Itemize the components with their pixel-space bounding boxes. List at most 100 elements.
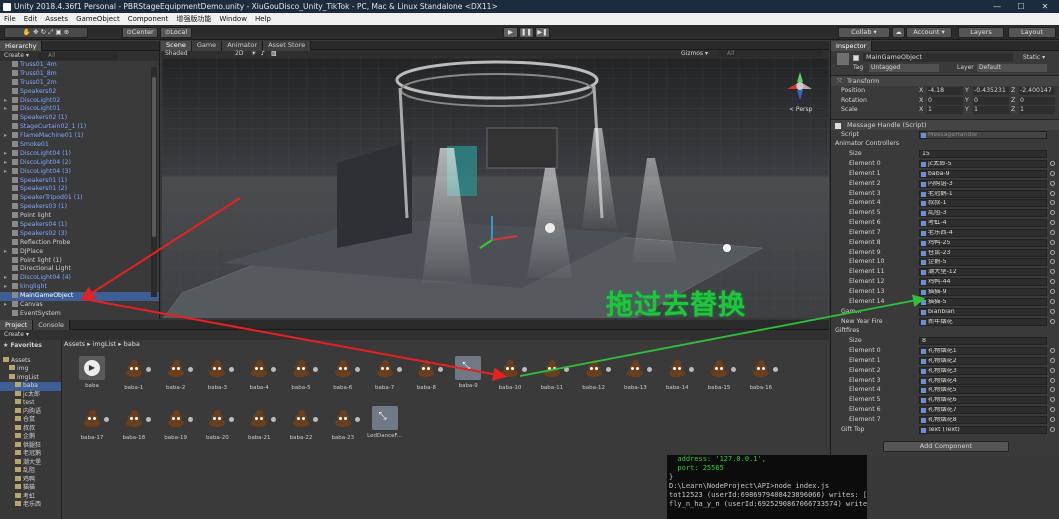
asset-item[interactable]: baba-7 — [365, 356, 405, 391]
transform-rotation-x-field[interactable]: 0 — [927, 96, 963, 105]
hierarchy-item[interactable]: ▸ DiscoLight02 — [0, 96, 159, 106]
element-field[interactable]: 内购语-3 — [919, 179, 1047, 188]
hierarchy-item[interactable]: Point light — [0, 212, 159, 221]
script-component-header[interactable]: Message Handle (Script) — [831, 118, 1059, 130]
script-field[interactable]: MessageHandle — [919, 130, 1047, 139]
transform-header[interactable]: ⤧ Transform — [831, 75, 1059, 86]
gift-size-field[interactable]: 8 — [919, 337, 1047, 346]
asset-item[interactable]: ▶ baba — [72, 356, 112, 389]
hierarchy-item[interactable]: ▸ Canvas — [0, 301, 159, 310]
menu-enhanced[interactable]: 增强版功能 — [172, 13, 215, 25]
hierarchy-item[interactable]: ▸ DiscoLight04 (2) — [0, 158, 159, 168]
gift-element-field[interactable]: 礼物烟花7 — [919, 406, 1047, 415]
asset-item[interactable]: baba-19 — [156, 406, 196, 441]
object-picker-icon[interactable] — [1050, 289, 1055, 294]
object-picker-icon[interactable] — [1050, 308, 1055, 314]
gizmos-dropdown[interactable]: Gizmos ▾ — [681, 50, 708, 58]
folder-tree-item[interactable]: 老冠鹅 — [0, 450, 61, 459]
transform-position-y-field[interactable]: -0.435231 — [973, 87, 1009, 95]
expand-clip-icon[interactable] — [313, 367, 318, 372]
asset-item[interactable]: baba-10 — [490, 356, 530, 391]
object-picker-icon[interactable] — [1050, 190, 1055, 196]
hierarchy-create-button[interactable]: Create ▾ — [4, 52, 29, 59]
folder-tree-item[interactable]: 乱阻 — [0, 467, 61, 476]
hierarchy-item[interactable]: ▸ DJPlace — [0, 247, 159, 257]
hierarchy-search-input[interactable]: All — [38, 52, 118, 60]
minimize-button[interactable]: — — [986, 0, 1008, 13]
object-name-field[interactable]: MainGameObject — [863, 53, 1013, 62]
transform-scale-z-field[interactable]: 1 — [1019, 106, 1055, 114]
expand-clip-icon[interactable] — [187, 417, 193, 422]
object-picker-icon[interactable] — [1050, 220, 1055, 226]
object-picker-icon[interactable] — [1050, 416, 1055, 422]
gift-top-field[interactable]: Text (Text) — [919, 425, 1047, 434]
element-field[interactable]: 叔叔-1 — [919, 199, 1047, 208]
element-field[interactable]: 乱阻-3 — [919, 209, 1047, 218]
folder-tree-item[interactable]: 老乐西 — [0, 501, 61, 510]
hierarchy-item[interactable]: Speakers02 (1) — [0, 114, 159, 123]
hierarchy-item[interactable]: ▸ kinglight — [0, 283, 159, 292]
hierarchy-item[interactable]: ▸ DiscoLight04 (3) — [0, 167, 159, 177]
pause-button[interactable]: ❚❚ — [519, 27, 534, 38]
hierarchy-item[interactable]: MainGameObject — [0, 292, 159, 302]
menu-window[interactable]: Window — [215, 13, 251, 25]
object-picker-icon[interactable] — [1050, 269, 1055, 275]
expand-arrow-icon[interactable]: ▸ — [4, 97, 10, 106]
hierarchy-item[interactable]: StageCurtain02_1 (1) — [0, 123, 159, 132]
menu-edit[interactable]: Edit — [20, 13, 42, 25]
object-picker-icon[interactable] — [1050, 210, 1055, 216]
scene-lighting-icon[interactable]: ☀ — [251, 50, 256, 58]
object-picker-icon[interactable] — [1050, 397, 1055, 403]
tab-console[interactable]: Console — [33, 320, 71, 330]
audio-source-icon[interactable] — [545, 223, 555, 233]
hierarchy-item[interactable]: Reflection Probe — [0, 238, 159, 248]
object-picker-icon[interactable] — [1050, 357, 1055, 363]
object-picker-icon[interactable] — [1050, 259, 1055, 265]
scene-audio-icon[interactable]: ♪ — [261, 50, 265, 58]
step-button[interactable]: ▶❚ — [535, 27, 550, 38]
folder-tree-item[interactable]: 鸡鸭 — [0, 475, 61, 485]
gift-element-field[interactable]: 礼物烟花3 — [919, 366, 1047, 375]
menu-assets[interactable]: Assets — [41, 13, 72, 25]
hierarchy-item[interactable]: ▸ DiscoLight04 (4) — [0, 274, 159, 283]
hierarchy-item[interactable]: ▸ DiscoLight04 (1) — [0, 149, 159, 159]
transform-rotation-y-field[interactable]: 0 — [973, 96, 1009, 105]
pivot-center-toggle[interactable]: ⊙Center — [122, 27, 158, 38]
tab-inspector[interactable]: Inspector — [831, 41, 873, 51]
toggle-2d-button[interactable]: 2D — [235, 50, 243, 58]
expand-clip-icon[interactable] — [187, 367, 193, 372]
expand-clip-icon[interactable] — [354, 417, 360, 422]
asset-item[interactable]: ⤡ baba-9 — [448, 356, 488, 389]
element-field[interactable]: jc太郎-5 — [919, 160, 1047, 169]
expand-clip-icon[interactable] — [271, 367, 277, 372]
layer-dropdown[interactable]: Default — [977, 64, 1047, 72]
expand-clip-icon[interactable] — [522, 367, 527, 372]
menu-gameobject[interactable]: GameObject — [72, 13, 124, 25]
transform-position-x-field[interactable]: -4.18 — [927, 87, 963, 95]
gift-element-field[interactable]: 礼物烟花4 — [919, 376, 1047, 385]
hierarchy-item[interactable]: Speakers01 (2) — [0, 185, 159, 194]
expand-clip-icon[interactable] — [354, 367, 360, 372]
asset-item[interactable]: baba-21 — [239, 406, 279, 441]
object-picker-icon[interactable] — [1050, 180, 1055, 186]
shading-dropdown[interactable]: Shaded — [165, 50, 188, 58]
gift-element-field[interactable]: 礼物烟花1 — [919, 347, 1047, 356]
expand-arrow-icon[interactable]: ▸ — [4, 105, 10, 114]
element-field[interactable]: 老乐西-4 — [919, 228, 1047, 237]
menu-component[interactable]: Component — [124, 13, 173, 25]
hierarchy-item[interactable]: EventSystem — [0, 309, 159, 319]
object-picker-icon[interactable] — [1050, 367, 1055, 373]
folder-tree-item[interactable]: baba — [0, 382, 61, 391]
expand-arrow-icon[interactable]: ▸ — [4, 283, 10, 292]
expand-clip-icon[interactable] — [313, 417, 318, 422]
object-picker-icon[interactable] — [1050, 387, 1055, 393]
expand-clip-icon[interactable] — [145, 367, 151, 372]
object-picker-icon[interactable] — [1050, 161, 1055, 167]
pivot-space-toggle[interactable]: ⊙Local — [160, 27, 192, 38]
account-dropdown[interactable]: Account ▾ — [906, 27, 952, 38]
element-field[interactable]: 鸡鸭-44 — [919, 278, 1047, 287]
expand-clip-icon[interactable] — [563, 367, 569, 372]
hierarchy-item[interactable]: Truss01_2m — [0, 78, 159, 88]
hierarchy-item[interactable]: Truss01_8m — [0, 69, 159, 79]
tab-project[interactable]: Project — [0, 320, 34, 330]
